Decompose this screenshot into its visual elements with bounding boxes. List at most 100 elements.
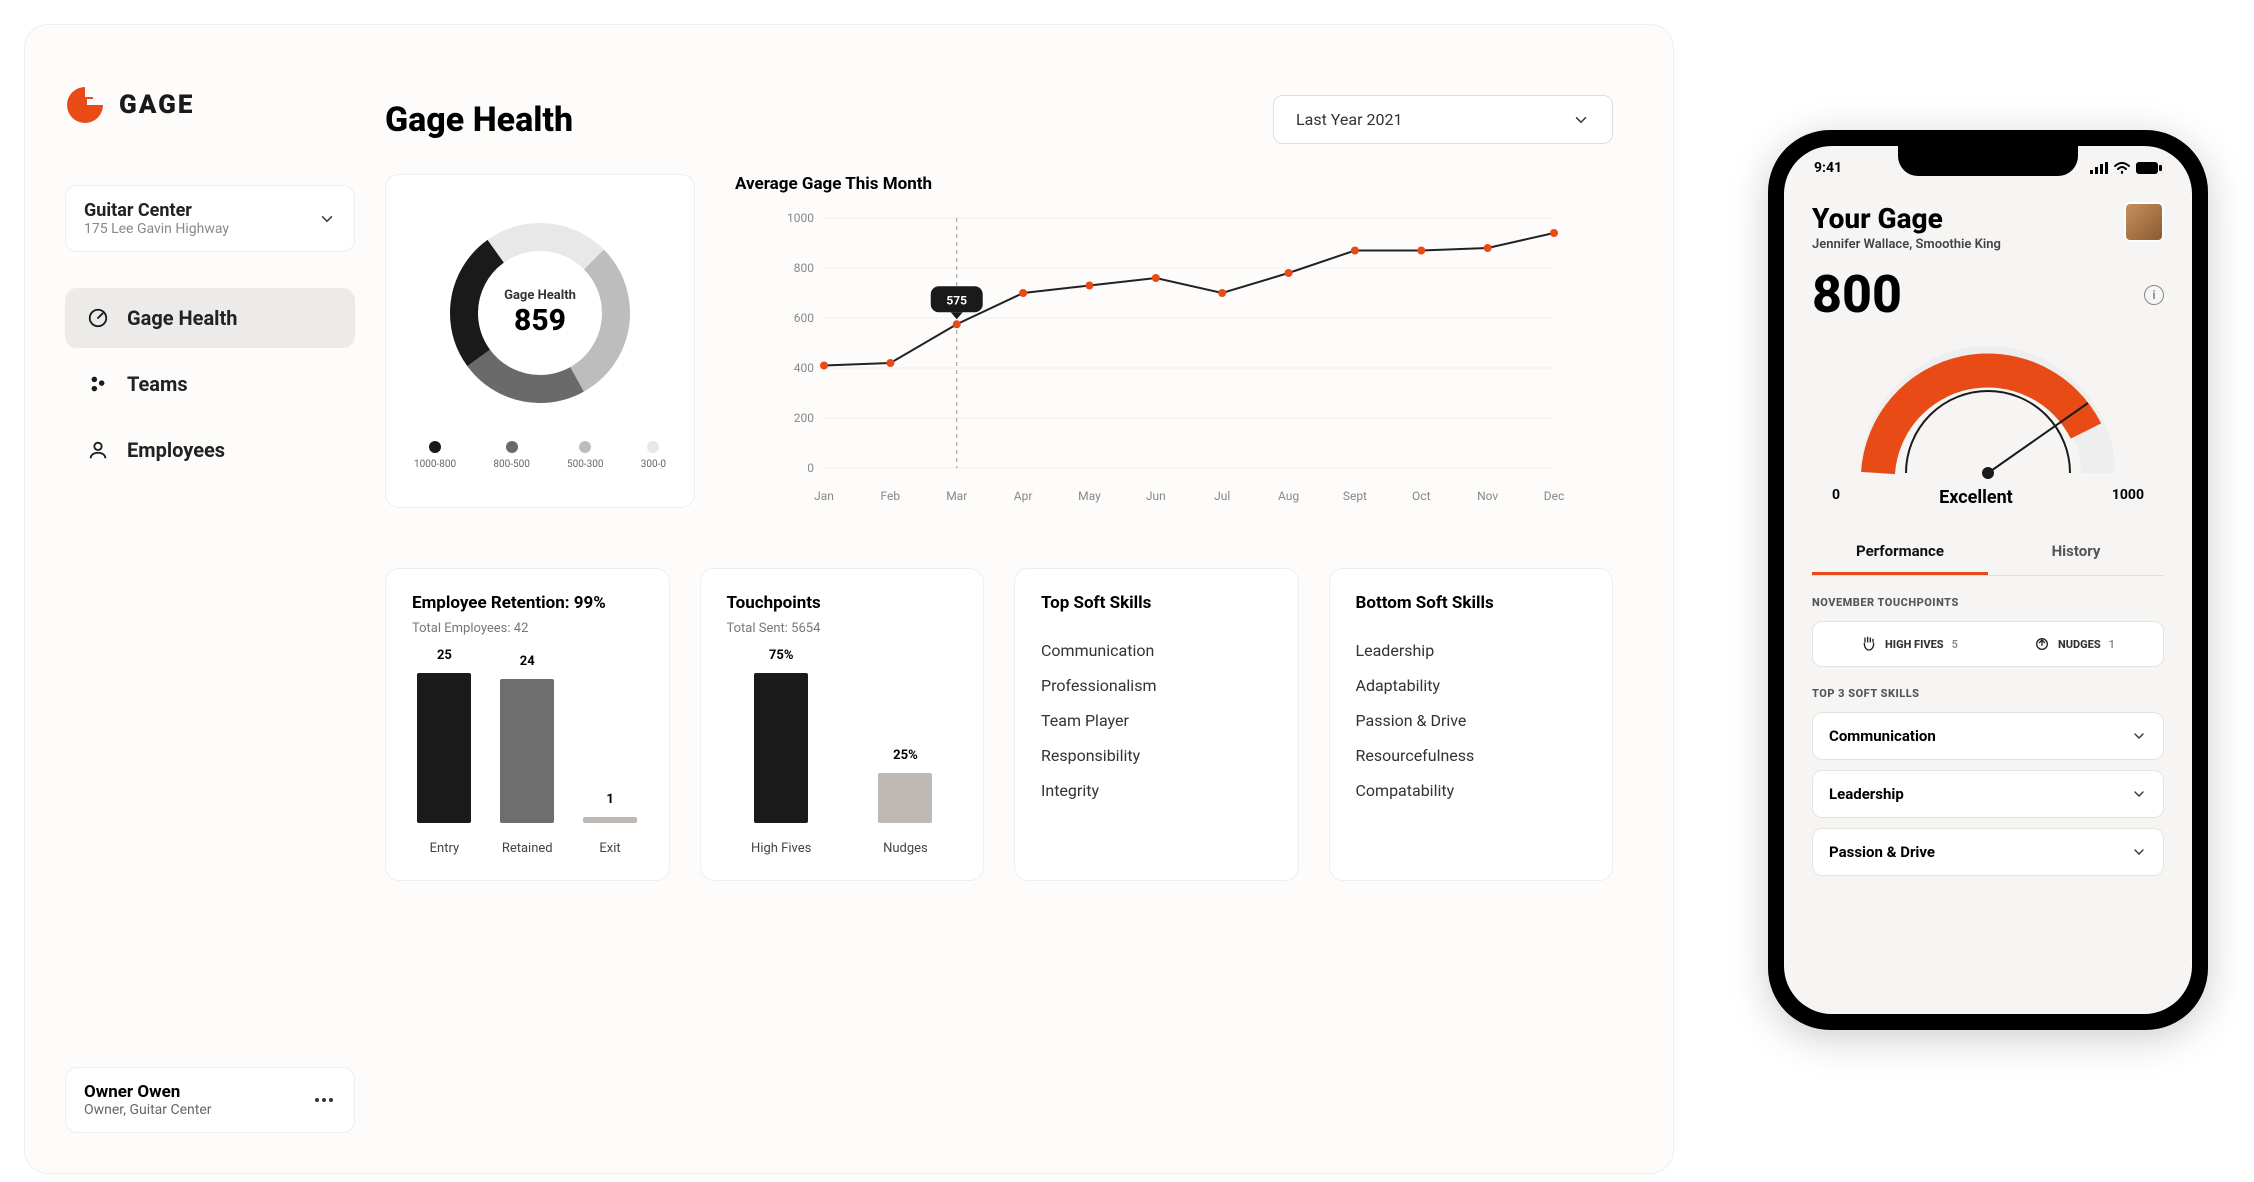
svg-text:Dec: Dec	[1544, 489, 1565, 503]
phone-subtitle: Jennifer Wallace, Smoothie King	[1812, 237, 2001, 252]
svg-text:Jun: Jun	[1146, 489, 1166, 503]
bar	[754, 673, 808, 823]
gauge-rating: Excellent	[1939, 487, 2013, 508]
bar-category: Nudges	[883, 841, 928, 856]
svg-text:Oct: Oct	[1412, 489, 1431, 503]
svg-text:Aug: Aug	[1278, 489, 1299, 503]
skill-item: Team Player	[1041, 703, 1272, 738]
bar-value: 25	[437, 648, 452, 663]
teams-icon	[87, 373, 109, 395]
chevron-down-icon	[318, 210, 336, 228]
legend-item: 300-0	[641, 441, 666, 470]
svg-text:Sept: Sept	[1343, 489, 1367, 503]
bar-category: Entry	[430, 841, 460, 856]
tp-nudges: NUDGES 1	[2034, 636, 2115, 652]
bottom-skills-card: Bottom Soft Skills LeadershipAdaptabilit…	[1329, 568, 1614, 881]
gauge-icon	[87, 307, 109, 329]
org-selector[interactable]: Guitar Center 175 Lee Gavin Highway	[65, 185, 355, 252]
user-role: Owner, Guitar Center	[84, 1102, 212, 1118]
info-icon[interactable]: i	[2144, 285, 2164, 305]
phone-title: Your Gage	[1812, 202, 2001, 235]
bar-col: 25% Nudges	[878, 748, 932, 856]
softskill-label: Communication	[1829, 727, 1936, 745]
top-skills-card: Top Soft Skills CommunicationProfessiona…	[1014, 568, 1299, 881]
bar-col: 1 Exit	[583, 792, 637, 856]
touchpoints-heading: NOVEMBER TOUCHPOINTS	[1812, 596, 2164, 609]
org-name: Guitar Center	[84, 200, 229, 221]
svg-text:Nov: Nov	[1477, 489, 1498, 503]
svg-text:0: 0	[807, 461, 814, 475]
chevron-down-icon	[1572, 111, 1590, 129]
svg-text:1000: 1000	[787, 211, 814, 225]
retention-title: Employee Retention: 99%	[412, 593, 643, 613]
nudge-icon	[2034, 636, 2050, 652]
tp-high-fives: HIGH FIVES 5	[1861, 636, 1958, 652]
org-address: 175 Lee Gavin Highway	[84, 221, 229, 237]
softskill-row[interactable]: Communication	[1812, 712, 2164, 760]
chevron-down-icon	[2131, 844, 2147, 860]
ellipsis-icon[interactable]	[312, 1088, 336, 1112]
bar	[878, 773, 932, 823]
donut-value: 859	[504, 303, 576, 338]
chevron-down-icon	[2131, 786, 2147, 802]
bar-col: 24 Retained	[500, 654, 554, 856]
chevron-down-icon	[2131, 728, 2147, 744]
gauge-chart	[1812, 333, 2164, 483]
current-user-card[interactable]: Owner Owen Owner, Guitar Center	[65, 1067, 355, 1133]
skill-item: Passion & Drive	[1356, 703, 1587, 738]
skill-item: Professionalism	[1041, 668, 1272, 703]
bar-col: 75% High Fives	[751, 648, 811, 856]
svg-text:Mar: Mar	[946, 489, 967, 503]
skill-item: Communication	[1041, 633, 1272, 668]
legend-item: 1000-800	[414, 441, 456, 470]
svg-text:Apr: Apr	[1014, 489, 1033, 503]
bottom-skills-title: Bottom Soft Skills	[1356, 593, 1587, 613]
softskill-label: Passion & Drive	[1829, 843, 1935, 861]
period-select[interactable]: Last Year 2021	[1273, 95, 1613, 144]
legend-item: 500-300	[567, 441, 603, 470]
wifi-icon	[2114, 162, 2130, 174]
avatar[interactable]	[2124, 202, 2164, 242]
tab-performance[interactable]: Performance	[1812, 530, 1988, 575]
softskill-row[interactable]: Leadership	[1812, 770, 2164, 818]
bar-category: High Fives	[751, 841, 811, 856]
softskill-label: Leadership	[1829, 785, 1904, 803]
phone-notch	[1898, 146, 2078, 176]
phone-time: 9:41	[1814, 160, 1842, 176]
tab-history[interactable]: History	[1988, 530, 2164, 575]
legend-item: 800-500	[493, 441, 529, 470]
softskill-row[interactable]: Passion & Drive	[1812, 828, 2164, 876]
main-panel: Gage Health Last Year 2021 Gage Health	[385, 25, 1673, 1173]
svg-text:Feb: Feb	[881, 489, 901, 503]
touchpoints-card: Touchpoints Total Sent: 5654 75% High Fi…	[700, 568, 985, 881]
sidebar-item-teams[interactable]: Teams	[65, 354, 355, 414]
skill-item: Resourcefulness	[1356, 738, 1587, 773]
svg-text:200: 200	[794, 411, 814, 425]
bar-value: 1	[606, 792, 613, 807]
svg-text:Jul: Jul	[1214, 489, 1230, 503]
svg-text:600: 600	[794, 311, 814, 325]
person-icon	[87, 439, 109, 461]
bar-value: 24	[520, 654, 535, 669]
battery-icon	[2136, 162, 2162, 174]
signal-icon	[2090, 162, 2108, 174]
donut-legend: 1000-800 800-500 500-300 300-0	[408, 441, 672, 470]
skill-item: Compatability	[1356, 773, 1587, 808]
svg-text:400: 400	[794, 361, 814, 375]
retention-card: Employee Retention: 99% Total Employees:…	[385, 568, 670, 881]
dashboard-window: GAGE Guitar Center 175 Lee Gavin Highway…	[24, 24, 1674, 1174]
bar-value: 75%	[769, 648, 794, 663]
brand-logo: GAGE	[65, 85, 355, 125]
svg-text:May: May	[1078, 489, 1101, 503]
skill-item: Adaptability	[1356, 668, 1587, 703]
sidebar-item-gage-health[interactable]: Gage Health	[65, 288, 355, 348]
phone-score: 800	[1812, 264, 1902, 325]
nav-label: Employees	[127, 438, 225, 462]
phone-mockup: 9:41 Your Gage Jennifer Wallace, Smoothi…	[1768, 130, 2208, 1030]
retention-sub: Total Employees: 42	[412, 621, 643, 636]
sidebar-item-employees[interactable]: Employees	[65, 420, 355, 480]
bar-value: 25%	[893, 748, 918, 763]
period-value: Last Year 2021	[1296, 110, 1402, 129]
top-skills-title: Top Soft Skills	[1041, 593, 1272, 613]
skill-item: Responsibility	[1041, 738, 1272, 773]
